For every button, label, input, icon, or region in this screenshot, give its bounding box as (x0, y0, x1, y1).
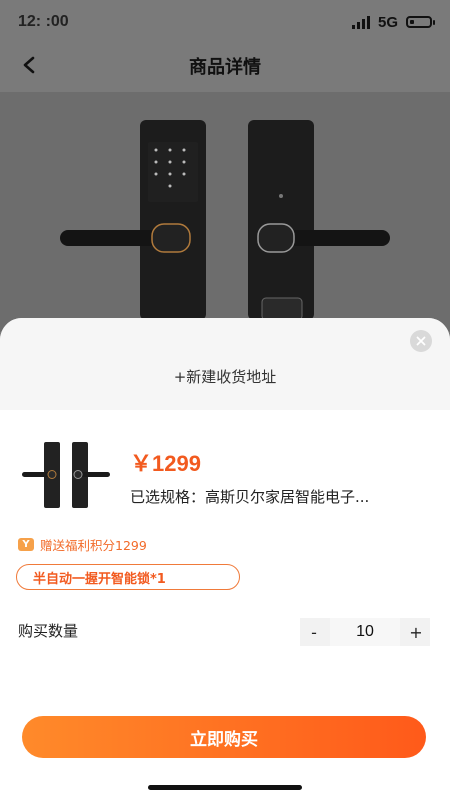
nav-bar: 商品详情 (0, 44, 450, 88)
page-title: 商品详情 (189, 57, 261, 78)
purchase-sheet: +新建收货地址 ￥1299 已选规格：高斯贝尔家居智能电子... Y 赠送福利积… (0, 318, 450, 800)
increment-button[interactable]: + (402, 618, 430, 646)
quantity-stepper: - 10 + (300, 618, 430, 646)
close-icon (416, 336, 426, 346)
back-button[interactable] (14, 50, 44, 80)
close-button[interactable] (410, 330, 432, 352)
status-indicators: 5G (351, 13, 435, 31)
status-bar: 12: :00 5G (0, 0, 450, 44)
points-text: 赠送福利积分1299 (40, 538, 147, 553)
address-section[interactable]: +新建收货地址 (0, 318, 450, 410)
signal-icon (351, 15, 370, 29)
home-indicator (148, 785, 302, 790)
quantity-label: 购买数量 (18, 622, 79, 640)
selected-spec[interactable]: 已选规格：高斯贝尔家居智能电子... (130, 486, 369, 507)
gift-tag: 半自动一握开智能锁*1 (16, 564, 240, 590)
product-image (0, 92, 450, 332)
points-icon: Y (18, 538, 34, 551)
add-address-link[interactable]: +新建收货地址 (0, 366, 450, 387)
network-label: 5G (377, 13, 398, 31)
product-summary: ￥1299 已选规格：高斯贝尔家居智能电子... (16, 436, 434, 516)
price: ￥1299 (130, 451, 201, 476)
battery-icon (406, 16, 435, 28)
decrement-button[interactable]: - (300, 618, 328, 646)
product-thumbnail (22, 442, 110, 508)
points-info: Y 赠送福利积分1299 (18, 535, 147, 554)
chevron-left-icon (23, 56, 35, 74)
buy-now-button[interactable]: 立即购买 (22, 716, 426, 758)
status-time: 12: :00 (18, 13, 69, 30)
quantity-input[interactable]: 10 (330, 618, 400, 646)
smart-lock-illustration (60, 120, 390, 321)
